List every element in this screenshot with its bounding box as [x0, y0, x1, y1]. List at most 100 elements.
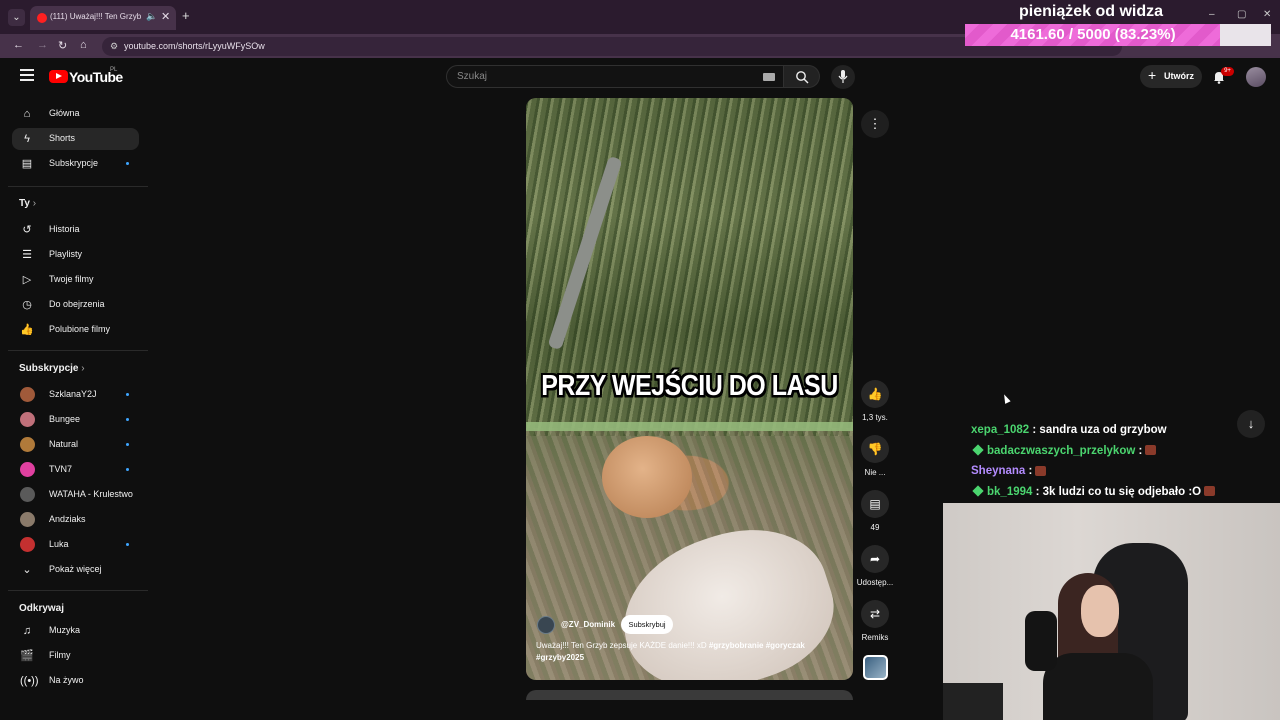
- sidebar-item-subskrypcje[interactable]: ▤ Subskrypcje: [12, 153, 139, 175]
- maximize-icon[interactable]: ▢: [1237, 9, 1246, 20]
- sidebar-item-shorts[interactable]: ϟ Shorts: [12, 128, 139, 150]
- like-action[interactable]: 👍 1,3 tys.: [850, 380, 900, 422]
- home-icon[interactable]: ⌂: [80, 39, 87, 51]
- channel-name[interactable]: @ZV_Dominik: [561, 620, 615, 629]
- sidebar-item-szklanay2j[interactable]: SzklanaY2J: [12, 384, 139, 406]
- new-content-dot: [126, 543, 129, 546]
- tab-search-button[interactable]: ⌄: [8, 9, 25, 26]
- menu-icon[interactable]: [20, 69, 34, 84]
- account-avatar[interactable]: [1246, 67, 1266, 87]
- more-options-icon[interactable]: ⋮: [861, 110, 889, 138]
- your-videos-icon: ▷: [22, 274, 32, 286]
- description-text: Uważaj!!! Ten Grzyb zepsuje KAŻDE danie!…: [536, 641, 709, 650]
- back-icon[interactable]: ←: [13, 39, 24, 51]
- channel-avatar[interactable]: [537, 616, 555, 634]
- chat-text: : sandra uza od grzybow: [1032, 424, 1167, 436]
- channel-avatar: [20, 387, 35, 402]
- sidebar-item-g-wna[interactable]: ⌂ Główna: [12, 103, 139, 125]
- chevron-down-icon: ⌄: [22, 564, 32, 576]
- playlists-icon: ☰: [22, 249, 32, 261]
- share-action[interactable]: ➦ Udostęp...: [850, 545, 900, 587]
- youtube-logo-icon[interactable]: [49, 70, 68, 83]
- share-icon[interactable]: ➦: [861, 545, 889, 573]
- channel-avatar: [20, 487, 35, 502]
- tab-close-icon[interactable]: ✕: [161, 10, 170, 23]
- chat-text: : 3k ludzi co tu się odjebało :O: [1035, 485, 1202, 498]
- subscriber-badge-icon: [972, 484, 984, 497]
- donation-progress-bar: 4161.60 / 5000 (83.23%): [965, 24, 1271, 46]
- channel-avatar: [20, 437, 35, 452]
- speaker-icon[interactable]: 🔈: [146, 11, 157, 22]
- remix-action[interactable]: ⇄ Remiks: [850, 600, 900, 642]
- search-button[interactable]: [784, 65, 820, 88]
- donation-title: pieniążek od widza: [1018, 3, 1164, 20]
- cam-microphone: [1025, 611, 1057, 671]
- webcam-feed: [943, 503, 1280, 720]
- next-short-preview[interactable]: [526, 690, 853, 700]
- short-description[interactable]: Uważaj!!! Ten Grzyb zepsuje KAŻDE danie!…: [536, 640, 836, 664]
- sidebar-item-wataha-krulestwo[interactable]: WATAHA - Krulestwo: [12, 484, 139, 506]
- sidebar-divider: [8, 350, 148, 351]
- close-window-icon[interactable]: ✕: [1263, 9, 1271, 20]
- sidebar-item-filmy[interactable]: 🎬 Filmy: [12, 645, 139, 667]
- thumbs-up-icon[interactable]: 👍: [861, 380, 889, 408]
- create-button[interactable]: + Utwórz: [1140, 65, 1202, 88]
- emote-icon: [1145, 445, 1157, 456]
- chat-username[interactable]: bk_1994: [987, 486, 1032, 498]
- show-more-button[interactable]: ⌄ Pokaż więcej: [12, 559, 139, 581]
- browser-tab[interactable]: (111) Uważaj!!! Ten Grzyb z 🔈 ✕: [30, 6, 176, 30]
- emote-icon: [1204, 486, 1216, 497]
- chat-text: :: [1138, 444, 1143, 457]
- sidebar-item-label: Historia: [49, 224, 80, 234]
- remix-icon[interactable]: ⇄: [861, 600, 889, 628]
- sound-thumbnail[interactable]: [863, 655, 888, 680]
- chat-username[interactable]: Sheynana: [971, 465, 1025, 477]
- sidebar-item-label: Luka: [49, 539, 69, 549]
- cam-desk: [943, 683, 1003, 720]
- chat-username[interactable]: badaczwaszych_przelykow: [987, 445, 1135, 457]
- chevron-right-icon: ›: [81, 363, 85, 374]
- thumbs-down-icon[interactable]: 👎: [861, 435, 889, 463]
- sidebar-item-label: Subskrypcje: [49, 158, 99, 168]
- site-info-icon[interactable]: ⚙: [110, 41, 118, 52]
- search-input[interactable]: Szukaj: [446, 65, 784, 88]
- cam-body: [1043, 653, 1153, 720]
- you-heading[interactable]: Ty ›: [19, 198, 36, 209]
- forward-icon[interactable]: →: [37, 39, 48, 51]
- sidebar-item-twoje-filmy[interactable]: ▷ Twoje filmy: [12, 269, 139, 291]
- shorts-icon: ϟ: [24, 133, 30, 145]
- reload-icon[interactable]: ↻: [58, 39, 67, 52]
- sidebar-item-label: Shorts: [49, 133, 76, 143]
- sidebar-item-luka[interactable]: Luka: [12, 534, 139, 556]
- sidebar-item-tvn7[interactable]: TVN7: [12, 459, 139, 481]
- sidebar-item-natural[interactable]: Natural: [12, 434, 139, 456]
- region-code: PL: [110, 67, 118, 73]
- movies-icon: 🎬: [20, 650, 34, 662]
- subscribe-button[interactable]: Subskrybuj: [621, 615, 673, 634]
- sidebar-item-playlisty[interactable]: ☰ Playlisty: [12, 244, 139, 266]
- tab-title: (111) Uważaj!!! Ten Grzyb z: [50, 12, 142, 21]
- sidebar-item-bungee[interactable]: Bungee: [12, 409, 139, 431]
- short-video-player[interactable]: PRZY WEJŚCIU DO LASU @ZV_Dominik Subskry…: [526, 98, 853, 680]
- sidebar-item-historia[interactable]: ↺ Historia: [12, 219, 139, 241]
- share-label: Udostęp...: [856, 578, 894, 587]
- sidebar-item-muzyka[interactable]: ♫ Muzyka: [12, 620, 139, 642]
- channel-avatar: [20, 512, 35, 527]
- stream-chat: xepa_1082 : sandra uza od grzybow badaczw…: [971, 424, 1271, 506]
- comment-icon[interactable]: ▤: [861, 490, 889, 518]
- sidebar-item-polubione-filmy[interactable]: 👍 Polubione filmy: [12, 319, 139, 341]
- comments-action[interactable]: ▤ 49: [850, 490, 900, 532]
- new-tab-button[interactable]: +: [182, 9, 190, 23]
- sidebar-item-na-ywo[interactable]: ((•)) Na żywo: [12, 670, 139, 692]
- new-content-dot: [126, 162, 129, 165]
- subscriptions-heading[interactable]: Subskrypcje ›: [19, 363, 85, 374]
- sidebar-item-andziaks[interactable]: Andziaks: [12, 509, 139, 531]
- dislike-action[interactable]: 👎 Nie ...: [850, 435, 900, 477]
- youtube-favicon-icon: [37, 13, 47, 23]
- voice-search-button[interactable]: [831, 65, 855, 89]
- chat-message: xepa_1082 : sandra uza od grzybow: [971, 424, 1271, 445]
- sidebar-item-do-obejrzenia[interactable]: ◷ Do obejrzenia: [12, 294, 139, 316]
- live-icon: ((•)): [20, 675, 39, 687]
- keyboard-icon[interactable]: [763, 73, 775, 81]
- chat-username[interactable]: xepa_1082: [971, 424, 1029, 436]
